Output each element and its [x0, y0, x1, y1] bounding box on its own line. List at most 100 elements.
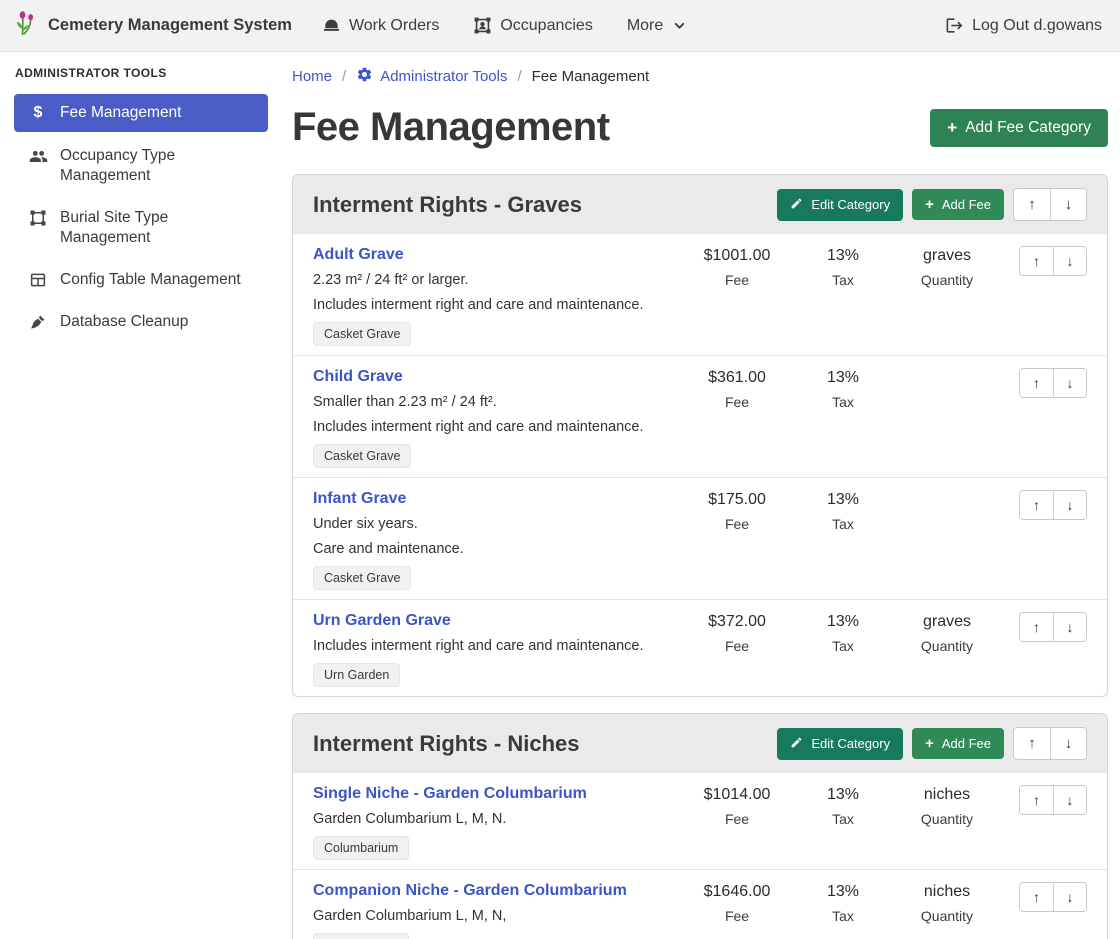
fee-name-link[interactable]: Urn Garden Grave [313, 610, 451, 632]
app-title: Cemetery Management System [48, 16, 292, 35]
sidebar-item-config-table-management[interactable]: Config Table Management [14, 262, 268, 298]
hard-hat-icon [322, 16, 341, 35]
sidebar-item-label: Database Cleanup [60, 312, 188, 332]
fee-name-link[interactable]: Child Grave [313, 366, 403, 388]
fee-amount-value: $1001.00 [704, 246, 771, 266]
move-fee-up-button[interactable]: ↑ [1020, 786, 1053, 814]
move-fee-down-button[interactable]: ↓ [1053, 369, 1086, 397]
sidebar-item-burial-site-type-management[interactable]: Burial Site Type Management [14, 200, 268, 256]
category-title: Interment Rights - Niches [313, 731, 579, 757]
fee-quantity-column [889, 366, 1005, 468]
fee-description: Garden Columbarium L, M, N. [313, 809, 667, 830]
fee-amount-value: $361.00 [708, 368, 766, 388]
breadcrumb: Home / Administrator Tools / Fee Managem… [292, 66, 1108, 87]
breadcrumb-home-link[interactable]: Home [292, 68, 332, 85]
chevron-down-icon [673, 19, 686, 32]
move-fee-up-button[interactable]: ↑ [1020, 491, 1053, 519]
fee-amount-value: $372.00 [708, 612, 766, 632]
move-fee-up-button[interactable]: ↑ [1020, 613, 1053, 641]
breadcrumb-separator: / [342, 68, 346, 85]
fee-description: Includes interment right and care and ma… [313, 417, 667, 438]
fee-amount-column: $1014.00Fee [677, 783, 797, 860]
sidebar: ADMINISTRATOR TOOLS $Fee ManagementOccup… [0, 52, 280, 939]
plot-frame-icon [28, 209, 48, 227]
fee-name-link[interactable]: Companion Niche - Garden Columbarium [313, 880, 627, 902]
category-actions: Edit Category +Add Fee ↑↓ [777, 727, 1087, 760]
nav-more[interactable]: More [627, 17, 686, 35]
logout-label: Log Out d.gowans [972, 17, 1102, 35]
fee-tax-column: 13%Tax [797, 610, 889, 687]
fee-reorder-group: ↑↓ [1019, 368, 1087, 398]
nav-work-orders[interactable]: Work Orders [322, 16, 439, 35]
fee-label: Fee [725, 271, 749, 289]
fee-label: Fee [725, 907, 749, 925]
move-fee-up-button[interactable]: ↑ [1020, 369, 1053, 397]
category-card-header: Interment Rights - GravesEdit Category+A… [293, 175, 1107, 234]
add-fee-button[interactable]: +Add Fee [912, 189, 1004, 220]
fee-category-list: Interment Rights - GravesEdit Category+A… [292, 174, 1108, 939]
people-icon [28, 147, 48, 166]
sidebar-item-database-cleanup[interactable]: Database Cleanup [14, 304, 268, 340]
sidebar-item-fee-management[interactable]: $Fee Management [14, 94, 268, 132]
move-fee-up-button[interactable]: ↑ [1020, 247, 1053, 275]
fee-rows: Single Niche - Garden Columbarium Garden … [293, 773, 1107, 939]
fee-name-link[interactable]: Single Niche - Garden Columbarium [313, 783, 587, 805]
fee-tax-column: 13%Tax [797, 880, 889, 939]
quantity-label: Quantity [921, 637, 973, 655]
category-card-header: Interment Rights - Niches Edit Category +A… [293, 714, 1107, 773]
move-fee-up-button[interactable]: ↑ [1020, 883, 1053, 911]
fee-tax-column: 13%Tax [797, 366, 889, 468]
move-category-down-button[interactable]: ↓ [1050, 728, 1086, 759]
plus-icon: + [925, 739, 934, 749]
plus-icon: + [947, 122, 957, 134]
fee-label: Fee [725, 393, 749, 411]
fee-amount-column: $1001.00 Fee [677, 244, 797, 346]
edit-category-label: Edit Category [811, 736, 890, 751]
category-actions: Edit Category +Add Fee ↑↓ [777, 188, 1087, 221]
breadcrumb-admin-tools-link[interactable]: Administrator Tools [356, 66, 507, 87]
move-category-up-button[interactable]: ↑ [1014, 189, 1050, 220]
nav-occupancies[interactable]: Occupancies [473, 16, 593, 35]
fee-amount-column: $372.00Fee [677, 610, 797, 687]
edit-category-label: Edit Category [811, 197, 890, 212]
fee-details: Companion Niche - Garden ColumbariumGard… [313, 880, 677, 939]
app-brand[interactable]: Cemetery Management System [14, 9, 292, 42]
fee-type-badge: Casket Grave [313, 322, 411, 346]
fee-row-adult-grave: Adult Grave2.23 m² / 24 ft² or larger.In… [293, 234, 1107, 356]
fee-quantity-value: niches [924, 785, 970, 805]
add-fee-button[interactable]: +Add Fee [912, 728, 1004, 759]
move-fee-down-button[interactable]: ↓ [1053, 883, 1086, 911]
move-fee-down-button[interactable]: ↓ [1053, 247, 1086, 275]
breadcrumb-admin-tools-label: Administrator Tools [380, 68, 507, 85]
tax-label: Tax [832, 810, 854, 828]
fee-label: Fee [725, 515, 749, 533]
fee-row-infant-grave: Infant GraveUnder six years.Care and mai… [293, 478, 1107, 600]
move-fee-down-button[interactable]: ↓ [1053, 491, 1086, 519]
edit-category-button[interactable]: Edit Category [777, 189, 903, 221]
move-category-down-button[interactable]: ↓ [1050, 189, 1086, 220]
table-icon [28, 271, 48, 289]
move-category-up-button[interactable]: ↑ [1014, 728, 1050, 759]
fee-quantity-value: graves [923, 246, 971, 266]
sidebar-item-occupancy-type-management[interactable]: Occupancy Type Management [14, 138, 268, 194]
fee-reorder-group: ↑↓ [1019, 882, 1087, 912]
logout-button[interactable]: Log Out d.gowans [945, 16, 1102, 35]
tax-label: Tax [832, 515, 854, 533]
fee-category-card-interment-rights-graves: Interment Rights - GravesEdit Category+A… [292, 174, 1108, 697]
move-fee-down-button[interactable]: ↓ [1053, 613, 1086, 641]
sidebar-item-label: Config Table Management [60, 270, 241, 290]
fee-quantity-value: niches [924, 882, 970, 902]
fee-row-single-niche-garden-columbarium: Single Niche - Garden Columbarium Garden … [293, 773, 1107, 870]
fee-row-companion-niche-garden-columbarium: Companion Niche - Garden ColumbariumGard… [293, 870, 1107, 939]
add-fee-category-button[interactable]: + Add Fee Category [930, 109, 1108, 147]
fee-name-link[interactable]: Adult Grave [313, 244, 404, 266]
sidebar-nav: $Fee Management Occupancy Type Management… [14, 94, 268, 340]
fee-name-link[interactable]: Infant Grave [313, 488, 406, 510]
fee-type-badge: Columbarium [313, 933, 409, 939]
edit-category-button[interactable]: Edit Category [777, 728, 903, 760]
fee-tax-column: 13%Tax [797, 783, 889, 860]
broom-icon [28, 313, 48, 331]
move-fee-down-button[interactable]: ↓ [1053, 786, 1086, 814]
logout-icon [945, 16, 964, 35]
nav-more-label: More [627, 17, 663, 35]
